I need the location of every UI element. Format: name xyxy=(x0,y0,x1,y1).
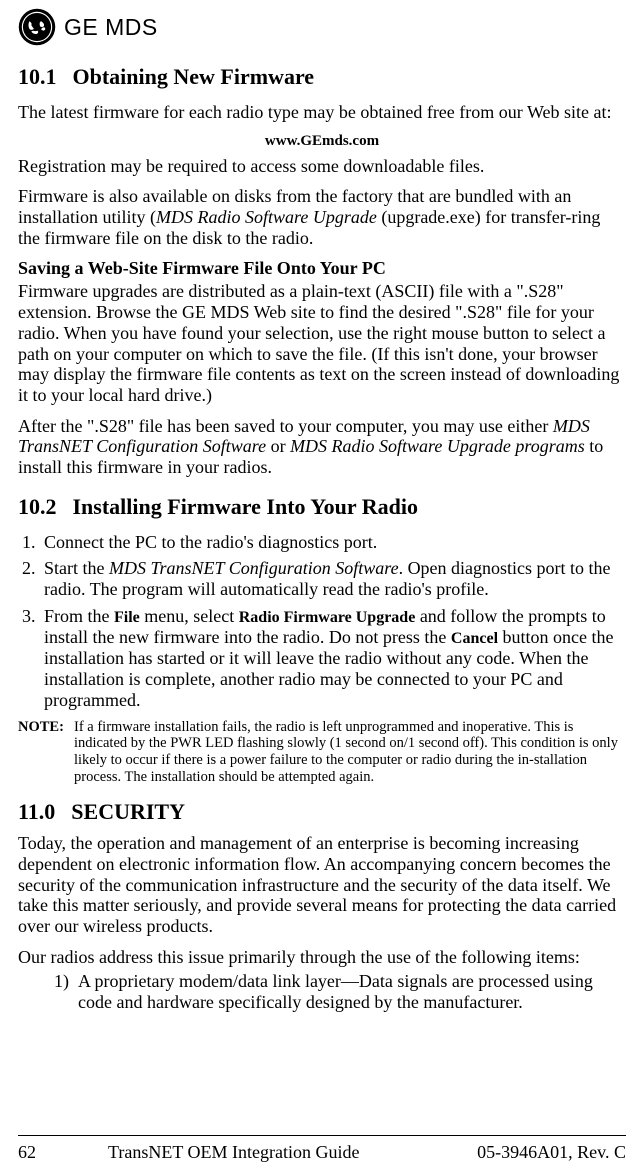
ge-logo-icon xyxy=(18,8,56,46)
list-item: 1) A proprietary modem/data link layer—D… xyxy=(54,971,626,1012)
subheading: Saving a Web-Site Firmware File Onto You… xyxy=(18,258,626,279)
section-number: 11.0 xyxy=(18,799,55,825)
list-item: From the File menu, select Radio Firmwar… xyxy=(40,606,626,711)
section-10-2-heading: 10.2 Installing Firmware Into Your Radio xyxy=(18,494,626,520)
section-number: 10.1 xyxy=(18,64,57,90)
note-text: If a firmware installation fails, the ra… xyxy=(74,719,626,786)
section-title-text: SECURITY xyxy=(71,799,185,824)
note-block: NOTE: If a firmware installation fails, … xyxy=(18,719,626,786)
section-title-text: Obtaining New Firmware xyxy=(73,64,315,89)
paragraph: After the ".S28" file has been saved to … xyxy=(18,416,626,478)
security-items: 1) A proprietary modem/data link layer—D… xyxy=(54,971,626,1012)
list-item: Start the MDS TransNET Configuration Sof… xyxy=(40,558,626,599)
section-11-heading: 11.0 SECURITY xyxy=(18,799,626,825)
installation-steps: Connect the PC to the radio's diagnostic… xyxy=(40,532,626,711)
document-title: TransNET OEM Integration Guide xyxy=(108,1142,477,1163)
section-number: 10.2 xyxy=(18,494,57,520)
header-logo: GE MDS xyxy=(18,8,626,46)
note-label: NOTE: xyxy=(18,719,74,786)
document-revision: 05-3946A01, Rev. C xyxy=(477,1142,626,1163)
list-item: Connect the PC to the radio's diagnostic… xyxy=(40,532,626,553)
paragraph: Today, the operation and management of a… xyxy=(18,833,626,936)
brand-text: GE MDS xyxy=(64,14,158,41)
paragraph: The latest firmware for each radio type … xyxy=(18,102,626,123)
paragraph: Registration may be required to access s… xyxy=(18,156,626,177)
paragraph: Our radios address this issue primarily … xyxy=(18,947,626,968)
page-footer: 62 TransNET OEM Integration Guide 05-394… xyxy=(18,1135,626,1163)
paragraph: Firmware is also available on disks from… xyxy=(18,186,626,248)
page-number: 62 xyxy=(18,1142,108,1163)
section-title-text: Installing Firmware Into Your Radio xyxy=(73,494,419,519)
section-10-1-heading: 10.1 Obtaining New Firmware xyxy=(18,64,626,90)
download-url: www.GEmds.com xyxy=(18,133,626,150)
paragraph: Firmware upgrades are distributed as a p… xyxy=(18,281,626,405)
